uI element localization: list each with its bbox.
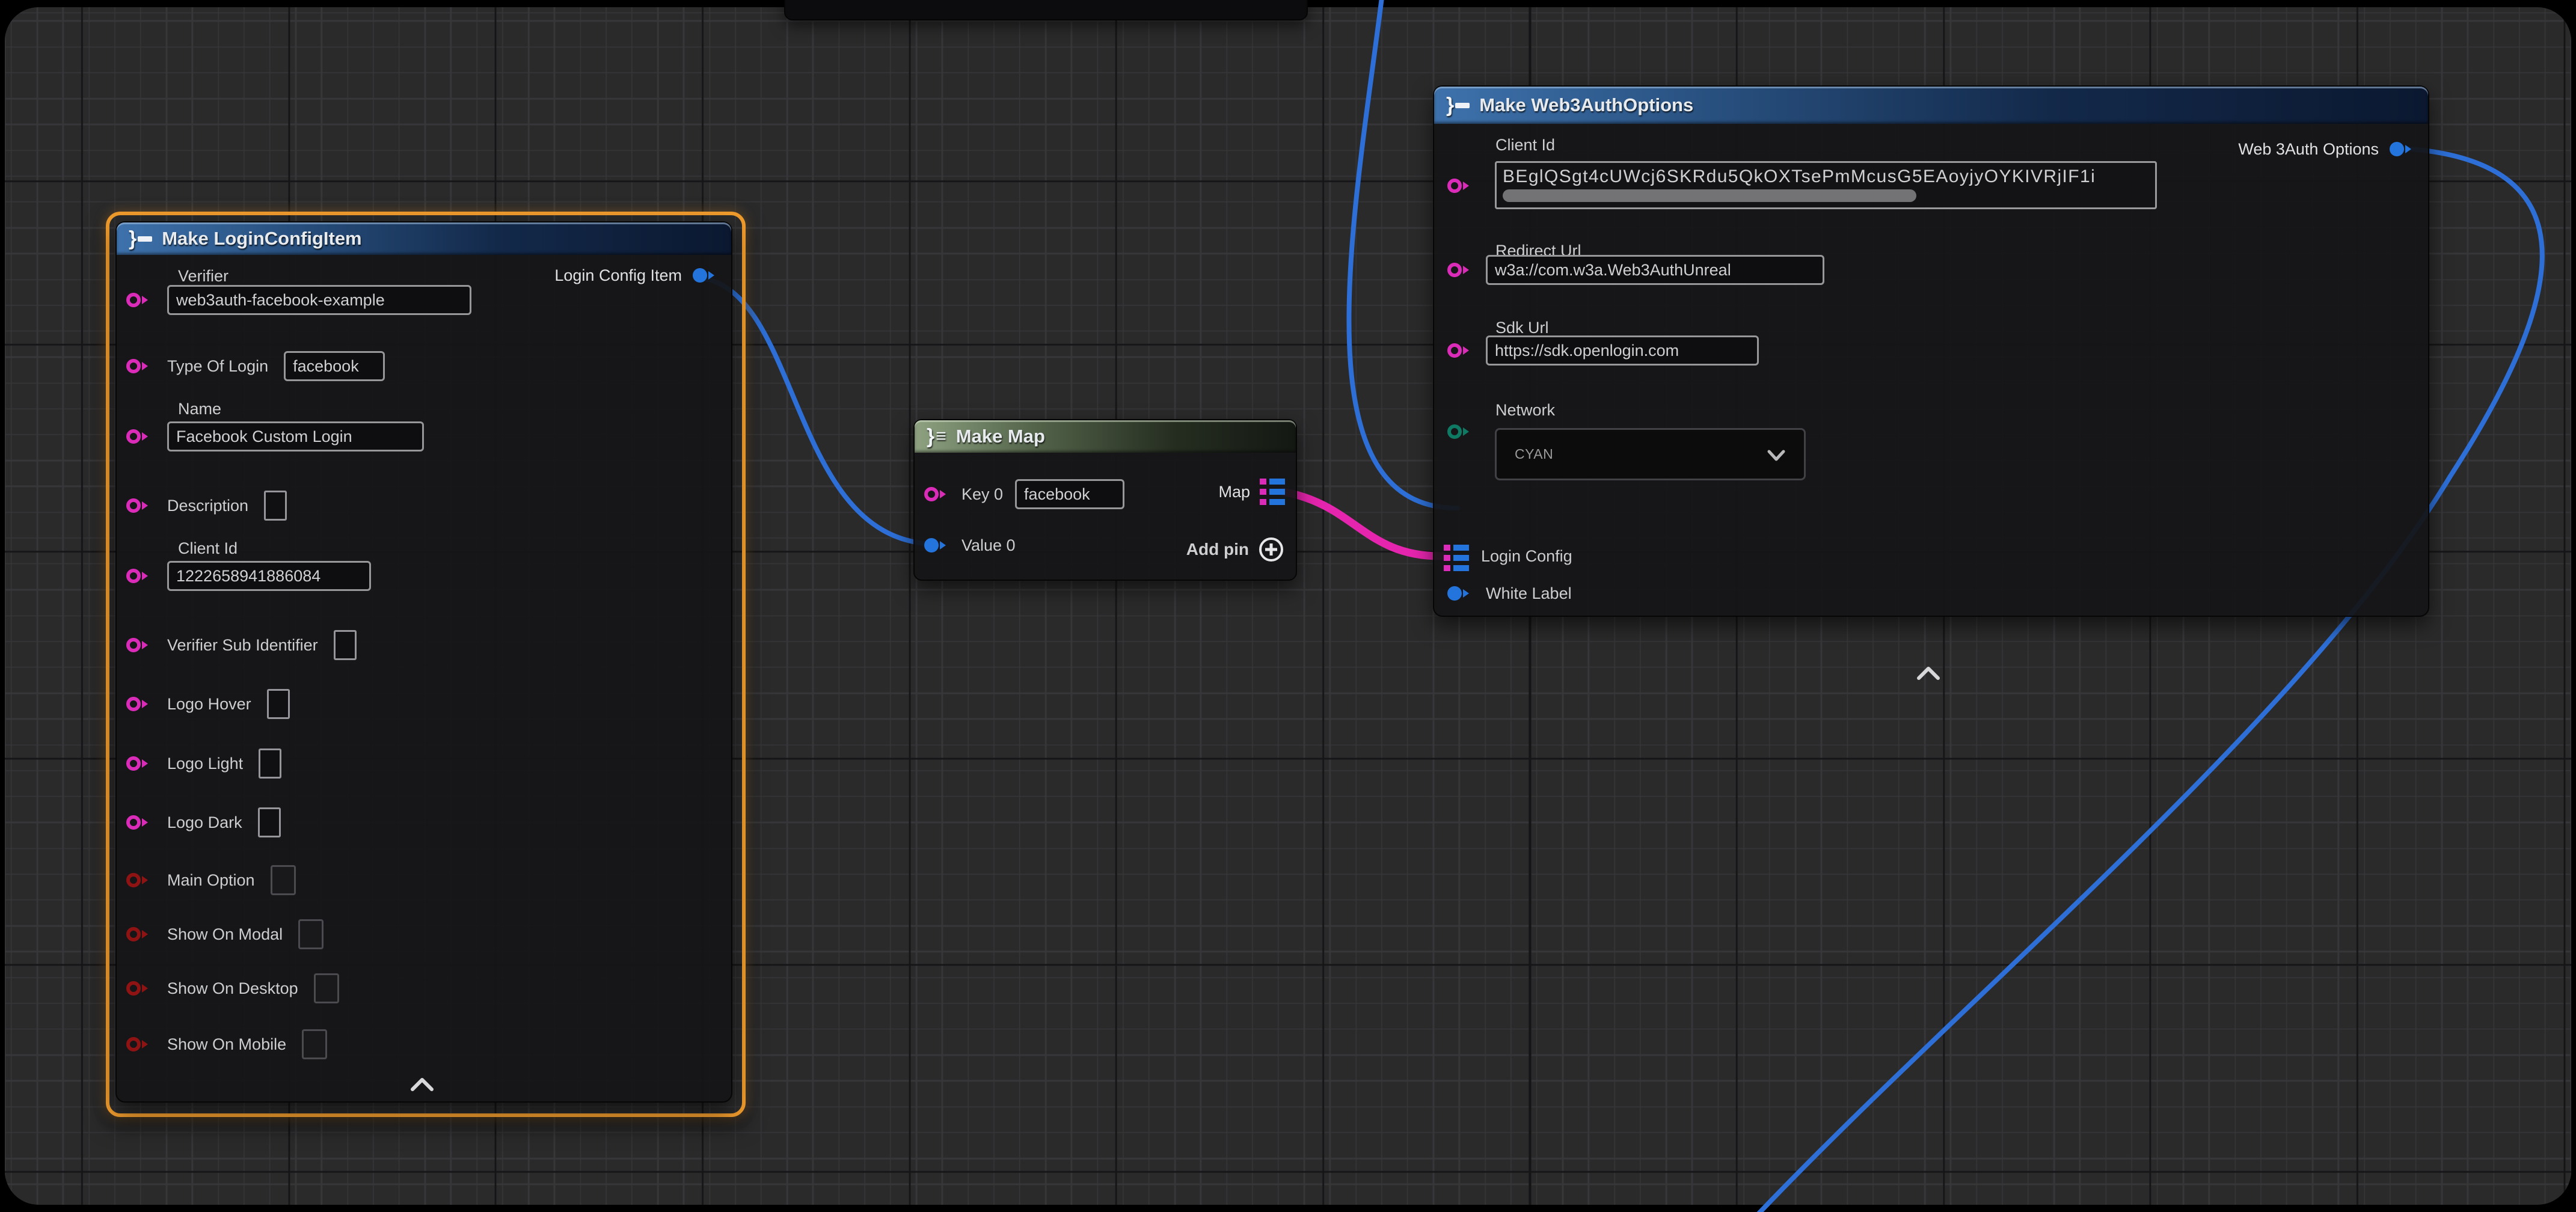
client-id-text: BEglQSgt4cUWcj6SKRdu5QkOXTsePmMcusG5EAoy… <box>1503 167 2151 187</box>
node-title: Make Map <box>956 426 1045 447</box>
pin-label-logo-light: Logo Light <box>167 754 243 773</box>
value0-pin[interactable] <box>923 536 949 554</box>
node-make-loginconfigitem[interactable]: } Make LoginConfigItem Login Config Item… <box>115 221 732 1103</box>
node-make-map[interactable]: }≡ Make Map Key 0 facebook Map Value 0 A… <box>913 419 1297 581</box>
add-pin-button[interactable]: Add pin <box>1186 536 1285 563</box>
client-id-input[interactable]: 1222658941886084 <box>167 561 371 591</box>
name-pin[interactable] <box>125 427 152 445</box>
add-pin-plus-icon <box>1257 536 1285 563</box>
verifier-pin[interactable] <box>125 291 152 309</box>
logo-hover-input[interactable] <box>267 689 290 719</box>
network-pin[interactable] <box>1446 423 1473 441</box>
redirect-url-pin[interactable] <box>1446 261 1473 279</box>
pin-label-logo-dark: Logo Dark <box>167 813 242 832</box>
pin-label-logo-hover: Logo Hover <box>167 695 251 714</box>
map-output-pin[interactable] <box>1260 479 1285 505</box>
type-of-login-pin[interactable] <box>125 357 152 375</box>
description-input[interactable] <box>264 491 287 521</box>
key0-pin[interactable] <box>923 485 949 503</box>
logo-dark-pin[interactable] <box>125 813 152 831</box>
main-option-pin[interactable] <box>125 871 152 889</box>
verifier-sub-identifier-pin[interactable] <box>125 636 152 654</box>
output-pin-label: Login Config Item <box>554 266 682 285</box>
pin-label-main-option: Main Option <box>167 871 255 890</box>
pin-label-key0: Key 0 <box>961 485 1003 504</box>
sdk-url-pin[interactable] <box>1446 341 1473 360</box>
pin-label-show-on-desktop: Show On Desktop <box>167 979 298 998</box>
client-id-pin[interactable] <box>125 567 152 585</box>
key0-input[interactable]: facebook <box>1015 479 1124 509</box>
collapse-chevron-icon[interactable] <box>409 1076 435 1093</box>
web3auth-options-output-pin[interactable] <box>2388 140 2415 158</box>
show-on-desktop-checkbox[interactable] <box>314 973 339 1003</box>
make-map-icon: }≡ <box>927 425 946 448</box>
make-struct-icon: } <box>1446 94 1470 117</box>
description-pin[interactable] <box>125 497 152 515</box>
client-id-pin[interactable] <box>1446 177 1473 195</box>
pin-label-show-on-mobile: Show On Mobile <box>167 1035 286 1054</box>
add-pin-label: Add pin <box>1186 540 1249 559</box>
pin-label-show-on-modal: Show On Modal <box>167 925 283 944</box>
pin-label-verifier-sub-identifier: Verifier Sub Identifier <box>167 636 318 655</box>
login-config-pin[interactable] <box>1444 545 1469 571</box>
logo-light-pin[interactable] <box>125 754 152 773</box>
collapse-chevron-icon[interactable] <box>1915 665 1942 682</box>
show-on-mobile-pin[interactable] <box>125 1035 152 1053</box>
pin-label-white-label: White Label <box>1486 584 1572 603</box>
type-of-login-input[interactable]: facebook <box>284 351 385 381</box>
logo-dark-input[interactable] <box>258 807 281 837</box>
verifier-input[interactable]: web3auth-facebook-example <box>167 285 471 315</box>
show-on-desktop-pin[interactable] <box>125 979 152 997</box>
node-make-web3authoptions[interactable]: } Make Web3AuthOptions Client Id Web 3Au… <box>1433 85 2429 617</box>
node-header-make-map[interactable]: }≡ Make Map <box>915 420 1296 453</box>
pin-label-name: Name <box>178 400 221 418</box>
white-label-pin[interactable] <box>1446 584 1473 602</box>
network-selected-value: CYAN <box>1515 446 1553 462</box>
node-title: Make Web3AuthOptions <box>1479 94 1693 116</box>
sdk-url-input[interactable]: https://sdk.openlogin.com <box>1486 335 1759 366</box>
verifier-sub-identifier-input[interactable] <box>334 630 357 660</box>
chevron-down-icon <box>1764 448 1788 464</box>
wire-loginconfigitem-to-value0[interactable] <box>699 278 936 544</box>
pin-label-login-config: Login Config <box>1481 547 1572 566</box>
name-input[interactable]: Facebook Custom Login <box>167 421 424 451</box>
client-id-input[interactable]: BEglQSgt4cUWcj6SKRdu5QkOXTsePmMcusG5EAoy… <box>1495 161 2157 209</box>
logo-hover-pin[interactable] <box>125 695 152 713</box>
node-title: Make LoginConfigItem <box>162 228 361 249</box>
client-id-scrollbar[interactable] <box>1503 189 1916 202</box>
node-header-make-web3authoptions[interactable]: } Make Web3AuthOptions <box>1434 87 2428 124</box>
network-dropdown[interactable]: CYAN <box>1495 428 1806 480</box>
output-pin-label-map: Map <box>1218 483 1250 501</box>
main-option-checkbox[interactable] <box>271 865 296 895</box>
pin-label-value0: Value 0 <box>961 536 1016 555</box>
show-on-mobile-checkbox[interactable] <box>302 1029 327 1059</box>
pin-label-client-id: Client Id <box>178 539 238 558</box>
pin-label-description: Description <box>167 497 248 515</box>
show-on-modal-checkbox[interactable] <box>298 919 324 949</box>
redirect-url-input[interactable]: w3a://com.w3a.Web3AuthUnreal <box>1486 255 1824 285</box>
node-header-make-loginconfigitem[interactable]: } Make LoginConfigItem <box>117 222 731 255</box>
show-on-modal-pin[interactable] <box>125 925 152 943</box>
logo-light-input[interactable] <box>259 748 281 779</box>
pin-label-type-of-login: Type Of Login <box>167 357 268 376</box>
pin-label-client-id: Client Id <box>1495 136 1555 155</box>
output-pin-label: Web 3Auth Options <box>2238 140 2379 159</box>
pin-label-network: Network <box>1495 401 1555 420</box>
login-config-item-output-pin[interactable] <box>692 266 718 284</box>
make-struct-icon: } <box>129 227 152 251</box>
